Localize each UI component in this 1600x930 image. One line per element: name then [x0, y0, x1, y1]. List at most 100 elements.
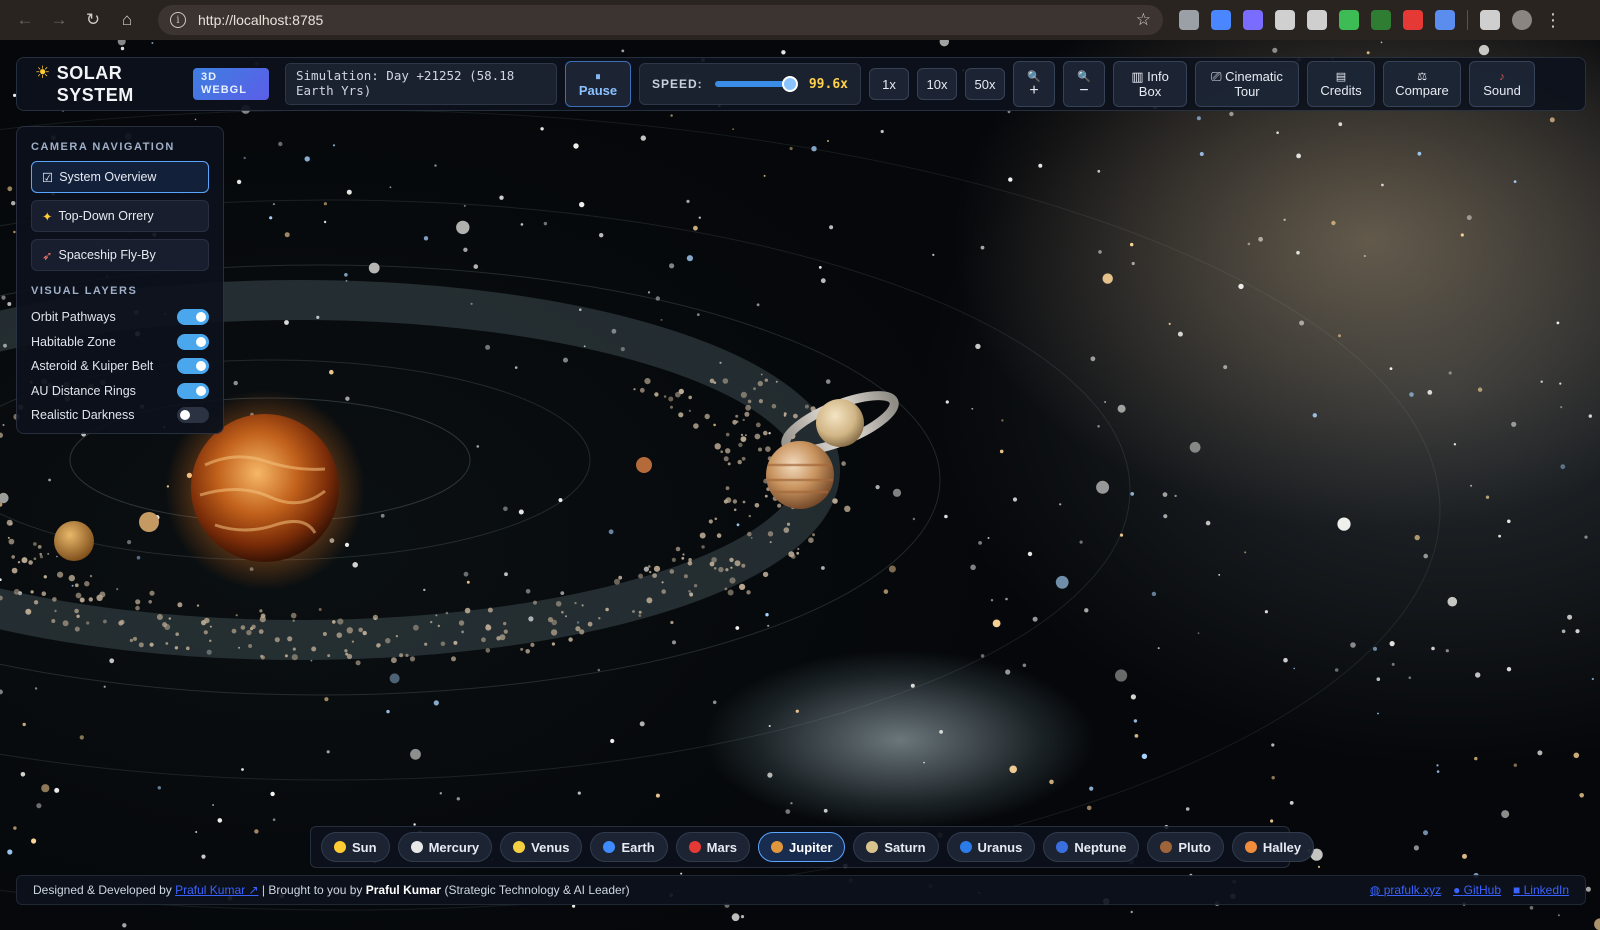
layer-toggle-switch[interactable] — [177, 382, 209, 399]
asteroid — [177, 602, 183, 608]
asteroid — [574, 601, 577, 605]
camera-flyby-button[interactable]: ➶ Spaceship Fly-By — [31, 239, 209, 271]
cinematic-tour-button[interactable]: ⎚ Cinematic Tour — [1195, 61, 1299, 107]
layer-toggle-switch[interactable] — [177, 309, 209, 326]
star — [1573, 752, 1580, 759]
home-icon[interactable]: ⌂ — [112, 5, 142, 35]
star — [1317, 865, 1321, 869]
planet-mercury[interactable] — [139, 512, 159, 532]
camera-top-down-button[interactable]: ✦ Top-Down Orrery — [31, 200, 209, 232]
star — [241, 768, 244, 771]
extension-icon[interactable] — [1403, 10, 1423, 30]
planet-button-saturn[interactable]: Saturn — [853, 832, 939, 862]
extension-icon[interactable] — [1243, 10, 1263, 30]
planet-button-mars[interactable]: Mars — [675, 832, 751, 862]
asteroid — [41, 591, 47, 596]
star — [579, 201, 585, 208]
extension-icon[interactable] — [1371, 10, 1391, 30]
star — [423, 588, 426, 592]
extension-icon[interactable] — [1435, 10, 1455, 30]
star — [672, 640, 676, 645]
back-icon[interactable]: ← — [10, 5, 40, 35]
zoom-out-button[interactable]: 🔍 − — [1063, 61, 1105, 107]
extension-icon[interactable] — [1307, 10, 1327, 30]
speed-1x-button[interactable]: 1x — [869, 68, 909, 100]
author-link[interactable]: Praful Kumar ↗ — [175, 883, 258, 897]
extension-icon[interactable] — [1275, 10, 1295, 30]
pause-button[interactable]: ⏸ Pause — [565, 61, 631, 107]
planet-venus[interactable] — [54, 521, 94, 561]
star — [34, 687, 38, 690]
reload-icon[interactable]: ↻ — [78, 5, 108, 35]
address-bar[interactable]: i http://localhost:8785 ☆ — [158, 5, 1163, 35]
asteroid — [614, 578, 620, 585]
star — [827, 140, 829, 142]
planet-button-jupiter[interactable]: Jupiter — [758, 832, 846, 862]
site-info-icon[interactable]: i — [170, 12, 186, 28]
layer-toggle-row[interactable]: Orbit Pathways — [31, 305, 209, 330]
compare-button[interactable]: ⚖ Compare — [1383, 61, 1461, 107]
star — [1413, 845, 1419, 851]
extension-icon[interactable] — [1211, 10, 1231, 30]
layer-toggle-switch[interactable] — [177, 407, 209, 424]
profile-avatar[interactable] — [1512, 10, 1532, 30]
speed-slider[interactable] — [714, 76, 799, 92]
asteroid — [231, 628, 237, 634]
star — [745, 434, 747, 437]
planet-button-mercury[interactable]: Mercury — [397, 832, 493, 862]
asteroid — [274, 637, 280, 643]
layer-toggle-switch[interactable] — [177, 333, 209, 350]
extension-icon[interactable] — [1179, 10, 1199, 30]
asteroid — [605, 607, 609, 612]
planet-jupiter[interactable] — [766, 441, 834, 509]
planet-label: Neptune — [1074, 839, 1127, 855]
webgl-viewport[interactable]: ☀ SOLAR SYSTEM 3D WEBGL Simulation: Day +… — [0, 40, 1600, 930]
star — [269, 216, 273, 220]
asteroid — [797, 547, 800, 551]
forward-icon[interactable]: → — [44, 5, 74, 35]
bookmark-star-icon[interactable]: ☆ — [1136, 10, 1151, 30]
layer-toggle-row[interactable]: Realistic Darkness — [31, 403, 209, 428]
layer-toggle-row[interactable]: Habitable Zone — [31, 330, 209, 355]
asteroid — [37, 545, 42, 549]
extension-icon[interactable] — [1339, 10, 1359, 30]
star — [883, 589, 889, 594]
planet-button-venus[interactable]: Venus — [500, 832, 583, 862]
speed-50x-button[interactable]: 50x — [965, 68, 1005, 100]
planet-button-neptune[interactable]: Neptune — [1043, 832, 1140, 862]
sun-sphere[interactable] — [191, 414, 339, 562]
website-link[interactable]: ◍ prafulk.xyz — [1370, 883, 1441, 897]
asteroid — [165, 642, 169, 645]
planet-mars[interactable] — [636, 457, 652, 473]
camera-system-overview-button[interactable]: ☑ System Overview — [31, 161, 209, 193]
zoom-in-button[interactable]: 🔍 + — [1013, 61, 1055, 107]
layer-toggle-row[interactable]: Asteroid & Kuiper Belt — [31, 354, 209, 379]
star — [1270, 819, 1274, 823]
speed-slider-handle[interactable] — [782, 76, 799, 92]
asteroid — [713, 567, 717, 570]
layer-toggle-switch[interactable] — [177, 358, 209, 375]
planet-button-pluto[interactable]: Pluto — [1147, 832, 1224, 862]
github-link[interactable]: ● GitHub — [1453, 883, 1501, 897]
speed-10x-button[interactable]: 10x — [917, 68, 957, 100]
info-box-button[interactable]: ▥ Info Box — [1113, 61, 1187, 107]
url-text[interactable]: http://localhost:8785 — [198, 12, 1136, 28]
planet-button-uranus[interactable]: Uranus — [946, 832, 1036, 862]
credits-button[interactable]: ▤ Credits — [1307, 61, 1375, 107]
extension-icon[interactable] — [1480, 10, 1500, 30]
star — [1059, 503, 1062, 506]
cinematic-label-2: Tour — [1234, 84, 1260, 99]
asteroid — [391, 657, 397, 664]
toolbar-separator — [1467, 10, 1468, 30]
layer-toggle-row[interactable]: AU Distance Rings — [31, 379, 209, 404]
star — [1366, 51, 1370, 55]
planet-button-sun[interactable]: Sun — [321, 832, 390, 862]
sound-button[interactable]: ♪ Sound — [1469, 61, 1535, 107]
linkedin-link[interactable]: ■ LinkedIn — [1513, 883, 1569, 897]
browser-menu-icon[interactable]: ⋮ — [1544, 10, 1562, 31]
star — [939, 40, 949, 47]
planet-button-halley[interactable]: Halley — [1231, 832, 1315, 862]
solar-system-scene[interactable] — [0, 40, 1600, 930]
asteroid — [33, 557, 37, 560]
planet-button-earth[interactable]: Earth — [590, 832, 668, 862]
